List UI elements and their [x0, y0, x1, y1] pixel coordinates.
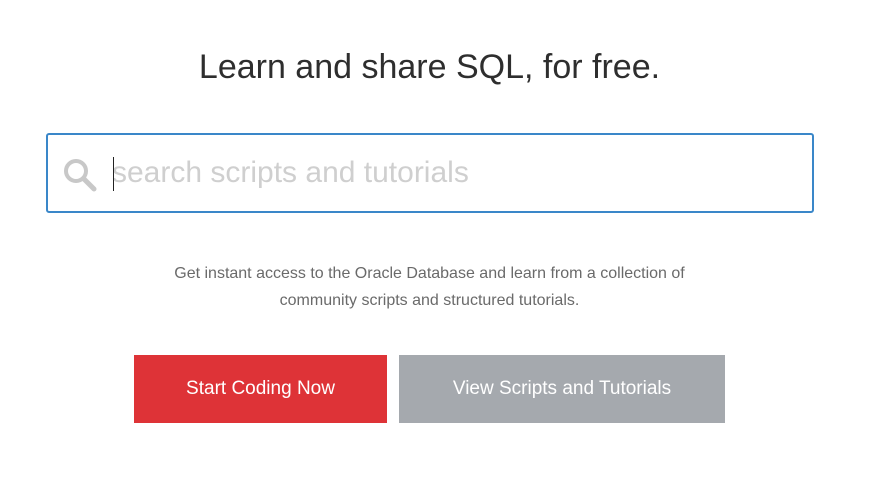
landing-page: Learn and share SQL, for free. Get insta… [0, 0, 881, 483]
start-coding-button[interactable]: Start Coding Now [134, 355, 387, 423]
text-caret [113, 157, 114, 191]
search-box[interactable] [46, 133, 814, 213]
description-line-1: Get instant access to the Oracle Databas… [174, 265, 685, 282]
description-line-2: community scripts and structured tutoria… [279, 292, 580, 309]
search-input[interactable] [110, 149, 802, 197]
intro-description: Get instant access to the Oracle Databas… [0, 260, 859, 314]
search-icon [64, 159, 97, 192]
page-title: Learn and share SQL, for free. [198, 48, 661, 86]
view-scripts-tutorials-button[interactable]: View Scripts and Tutorials [399, 355, 725, 423]
